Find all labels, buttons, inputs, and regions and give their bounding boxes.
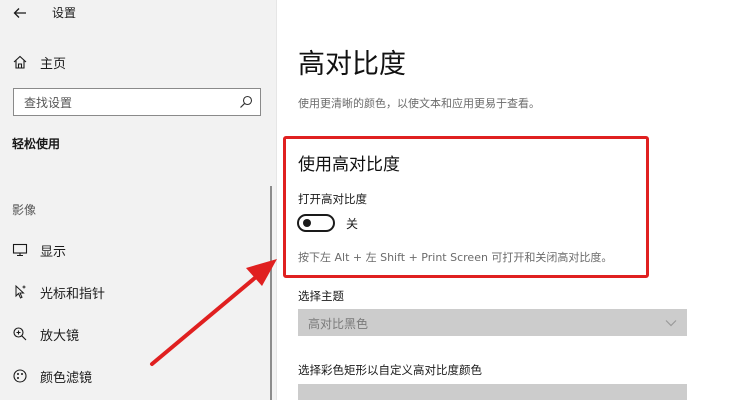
magnifier-icon	[13, 327, 27, 341]
theme-select-value: 高对比黑色	[308, 317, 369, 331]
group-label: 影像	[12, 203, 37, 217]
sidebar: 设置 主页 轻松使用 影像 显示 光标和指针 放大镜	[0, 0, 276, 400]
monitor-icon	[12, 243, 28, 257]
sidebar-item-label: 显示	[40, 245, 67, 260]
custom-colors-label: 选择彩色矩形以自定义高对比度颜色	[298, 363, 482, 377]
sidebar-item-label: 放大镜	[40, 329, 80, 344]
custom-color-rectangle[interactable]	[298, 384, 687, 400]
sidebar-item-display[interactable]: 显示	[0, 233, 276, 267]
sidebar-item-label: 主页	[40, 57, 67, 72]
title-bar: 设置	[0, 0, 276, 30]
back-arrow-icon[interactable]	[12, 5, 28, 21]
main-content: 高对比度 使用更清晰的颜色，以使文本和应用更易于查看。 使用高对比度 打开高对比…	[277, 0, 750, 400]
search-field[interactable]	[13, 88, 261, 116]
color-filter-icon	[13, 369, 27, 383]
sidebar-item-label: 光标和指针	[40, 287, 106, 302]
annotation-highlight-box	[283, 136, 649, 278]
search-input[interactable]	[22, 92, 236, 114]
app-title: 设置	[52, 6, 77, 20]
sidebar-item-color-filter[interactable]: 颜色滤镜	[0, 359, 276, 393]
page-title: 高对比度	[298, 49, 406, 80]
search-icon[interactable]	[239, 95, 253, 109]
sidebar-item-label: 颜色滤镜	[40, 371, 93, 386]
sidebar-item-home[interactable]: 主页	[0, 45, 276, 79]
theme-select[interactable]: 高对比黑色	[298, 309, 687, 336]
home-icon	[13, 55, 27, 69]
theme-label: 选择主题	[298, 289, 344, 303]
sidebar-scrollbar[interactable]	[270, 186, 272, 400]
page-description: 使用更清晰的颜色，以使文本和应用更易于查看。	[298, 97, 540, 110]
sidebar-item-magnifier[interactable]: 放大镜	[0, 317, 276, 351]
chevron-down-icon	[665, 320, 677, 327]
sidebar-item-cursor[interactable]: 光标和指针	[0, 275, 276, 309]
section-title: 轻松使用	[12, 137, 61, 151]
cursor-icon	[15, 284, 26, 299]
